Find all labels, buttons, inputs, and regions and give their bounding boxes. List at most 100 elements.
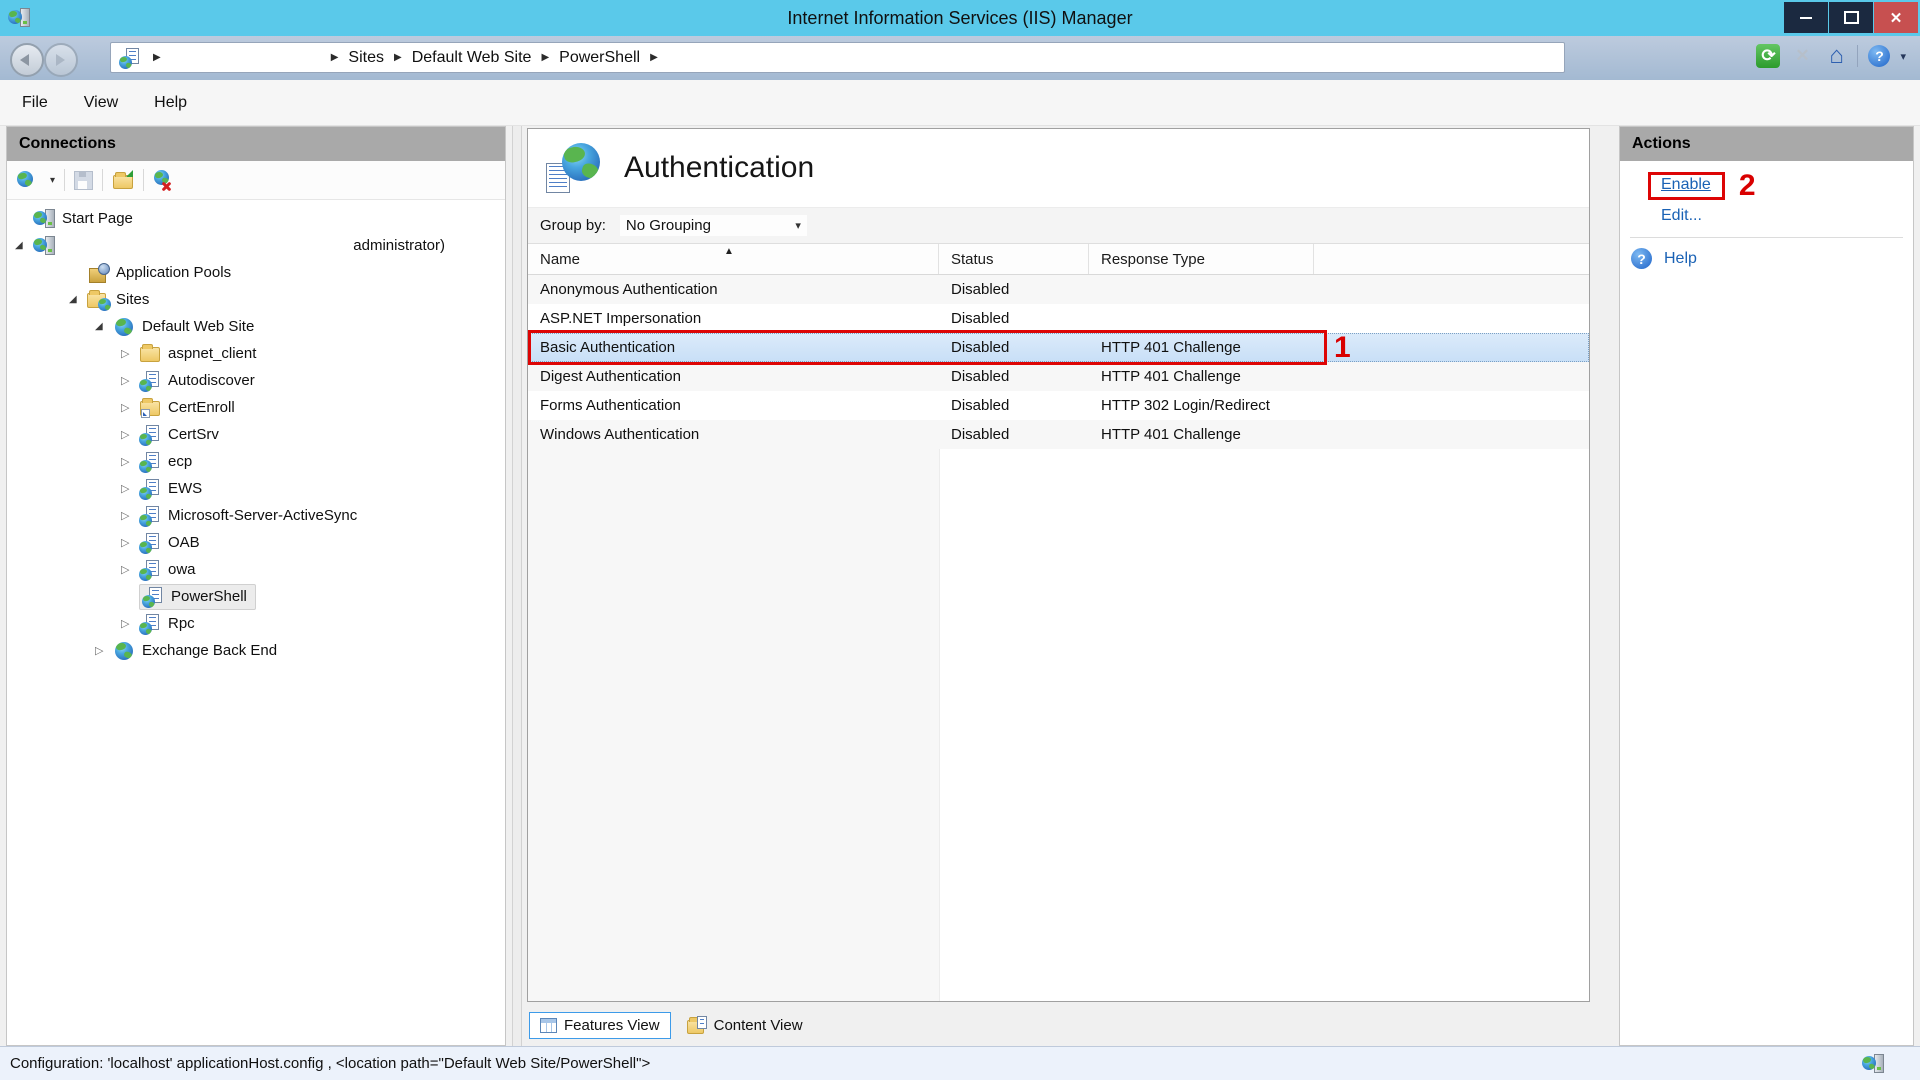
back-button[interactable] — [10, 43, 44, 77]
stop-button[interactable]: ✕ — [1789, 43, 1815, 69]
sites-icon — [87, 289, 111, 311]
application-icon — [139, 370, 163, 392]
tree-item-label: owa — [168, 561, 196, 578]
tab-features-view[interactable]: Features View — [529, 1012, 671, 1039]
actions-header: Actions — [1620, 127, 1913, 161]
expander-icon[interactable]: ▷ — [121, 428, 139, 441]
edit-link[interactable]: Edit... — [1661, 207, 1913, 225]
expander-icon[interactable]: ▷ — [121, 509, 139, 522]
navigation-toolbar: ▶ ▶ Sites ▶ Default Web Site ▶ PowerShel… — [0, 36, 1920, 81]
chevron-down-icon[interactable]: ▾ — [1900, 50, 1906, 63]
authentication-icon — [546, 143, 600, 193]
expander-icon[interactable]: ▷ — [121, 455, 139, 468]
column-header-response-type[interactable]: Response Type — [1089, 244, 1314, 274]
breadcrumb-default-web-site[interactable]: Default Web Site — [412, 49, 532, 67]
help-button[interactable]: ? — [1866, 43, 1892, 69]
column-header-status[interactable]: Status — [939, 244, 1089, 274]
menu-view[interactable]: View — [70, 90, 132, 116]
tree-item-microsoft-server-activesync[interactable]: ▷ Microsoft-Server-ActiveSync — [7, 502, 505, 529]
help-action[interactable]: ? Help — [1631, 248, 1913, 269]
expander-icon[interactable]: ▷ — [121, 374, 139, 387]
tree-item-default-web-site[interactable]: ◢ Default Web Site — [7, 313, 505, 340]
toolbar-separator — [102, 169, 103, 191]
annotation-number-1: 1 — [1334, 331, 1351, 365]
folder-icon — [139, 343, 163, 365]
refresh-button[interactable]: ⟳ — [1755, 43, 1781, 69]
table-row-anonymous-authentication[interactable]: Anonymous Authentication Disabled — [528, 275, 1589, 304]
tree-item-powershell[interactable]: PowerShell — [7, 583, 505, 610]
page-title: Authentication — [624, 151, 814, 185]
expander-icon[interactable]: ▷ — [121, 563, 139, 576]
table-row-basic-authentication[interactable]: Basic Authentication Disabled HTTP 401 C… — [528, 333, 1589, 362]
stop-icon: ✕ — [1795, 46, 1809, 66]
save-connection-icon[interactable] — [74, 171, 93, 190]
forward-button[interactable] — [44, 43, 78, 77]
enable-link[interactable]: Enable — [1661, 176, 1711, 193]
group-by-label: Group by: — [540, 217, 606, 234]
help-link[interactable]: Help — [1664, 250, 1697, 268]
column-header-name[interactable]: Name ▲ — [528, 244, 939, 274]
expander-icon[interactable]: ◢ — [15, 240, 33, 251]
actions-panel: Actions Enable 2 Edit... ? Help — [1619, 126, 1914, 1046]
tree-item-ews[interactable]: ▷ EWS — [7, 475, 505, 502]
tree-item-certenroll[interactable]: ▷ CertEnroll — [7, 394, 505, 421]
expander-icon[interactable]: ▷ — [121, 482, 139, 495]
group-by-dropdown[interactable]: No Grouping ▾ — [620, 215, 807, 236]
tree-item-start-page[interactable]: Start Page — [7, 205, 505, 232]
cell-status: Disabled — [939, 368, 1089, 385]
tree-item-aspnet-client[interactable]: ▷ aspnet_client — [7, 340, 505, 367]
iis-manager-window: Internet Information Services (IIS) Mana… — [0, 0, 1920, 1080]
disconnect-icon[interactable] — [153, 169, 175, 191]
tree-item-application-pools[interactable]: Application Pools — [7, 259, 505, 286]
expander-icon[interactable]: ▷ — [121, 347, 139, 360]
sort-ascending-icon: ▲ — [724, 246, 734, 257]
tree-item-owa[interactable]: ▷ owa — [7, 556, 505, 583]
tree-item-rpc[interactable]: ▷ Rpc — [7, 610, 505, 637]
breadcrumb[interactable]: ▶ ▶ Sites ▶ Default Web Site ▶ PowerShel… — [110, 42, 1565, 73]
tree-item-sites[interactable]: ◢ Sites — [7, 286, 505, 313]
close-button[interactable]: ✕ — [1874, 2, 1918, 33]
tree-item-oab[interactable]: ▷ OAB — [7, 529, 505, 556]
chevron-down-icon[interactable]: ▾ — [50, 175, 55, 186]
tree-item-server[interactable]: ◢ administrator) — [7, 232, 505, 259]
table-row-windows-authentication[interactable]: Windows Authentication Disabled HTTP 401… — [528, 420, 1589, 449]
table-row-forms-authentication[interactable]: Forms Authentication Disabled HTTP 302 L… — [528, 391, 1589, 420]
tree-item-label: Sites — [116, 291, 149, 308]
panel-splitter[interactable] — [512, 126, 522, 1046]
menu-file[interactable]: File — [8, 90, 62, 116]
expander-icon[interactable]: ▷ — [121, 536, 139, 549]
help-icon: ? — [1631, 248, 1652, 269]
server-account-suffix: administrator) — [353, 237, 445, 254]
home-button[interactable]: ⌂ — [1823, 43, 1849, 69]
maximize-button[interactable] — [1829, 2, 1873, 33]
tree-item-certsrv[interactable]: ▷ CertSrv — [7, 421, 505, 448]
create-connection-icon[interactable] — [17, 169, 39, 191]
chevron-right-icon: ▶ — [394, 52, 402, 63]
expander-icon[interactable]: ▷ — [95, 644, 113, 657]
cell-response: HTTP 302 Login/Redirect — [1089, 397, 1314, 414]
application-icon — [139, 451, 163, 473]
virtual-directory-icon — [139, 397, 163, 419]
column-header-blank — [1314, 244, 1589, 274]
expander-icon[interactable]: ◢ — [69, 294, 87, 305]
tree-item-autodiscover[interactable]: ▷ Autodiscover — [7, 367, 505, 394]
application-icon — [139, 478, 163, 500]
minimize-button[interactable] — [1784, 2, 1828, 33]
tree-item-ecp[interactable]: ▷ ecp — [7, 448, 505, 475]
table-row-aspnet-impersonation[interactable]: ASP.NET Impersonation Disabled — [528, 304, 1589, 333]
expander-icon[interactable]: ▷ — [121, 617, 139, 630]
table-row-digest-authentication[interactable]: Digest Authentication Disabled HTTP 401 … — [528, 362, 1589, 391]
group-by-value: No Grouping — [626, 217, 711, 234]
tree-item-exchange-back-end[interactable]: ▷ Exchange Back End — [7, 637, 505, 664]
tree-item-label: aspnet_client — [168, 345, 256, 362]
open-folder-icon[interactable] — [112, 170, 134, 190]
expander-icon[interactable]: ◢ — [95, 321, 113, 332]
menu-help[interactable]: Help — [140, 90, 201, 116]
features-view-icon — [540, 1018, 557, 1033]
breadcrumb-powershell[interactable]: PowerShell — [559, 49, 640, 67]
expander-icon[interactable]: ▷ — [121, 401, 139, 414]
title-bar: Internet Information Services (IIS) Mana… — [0, 0, 1920, 36]
tab-content-view[interactable]: Content View — [677, 1012, 813, 1038]
selected-tree-item[interactable]: PowerShell — [139, 584, 256, 610]
breadcrumb-sites[interactable]: Sites — [348, 49, 384, 67]
